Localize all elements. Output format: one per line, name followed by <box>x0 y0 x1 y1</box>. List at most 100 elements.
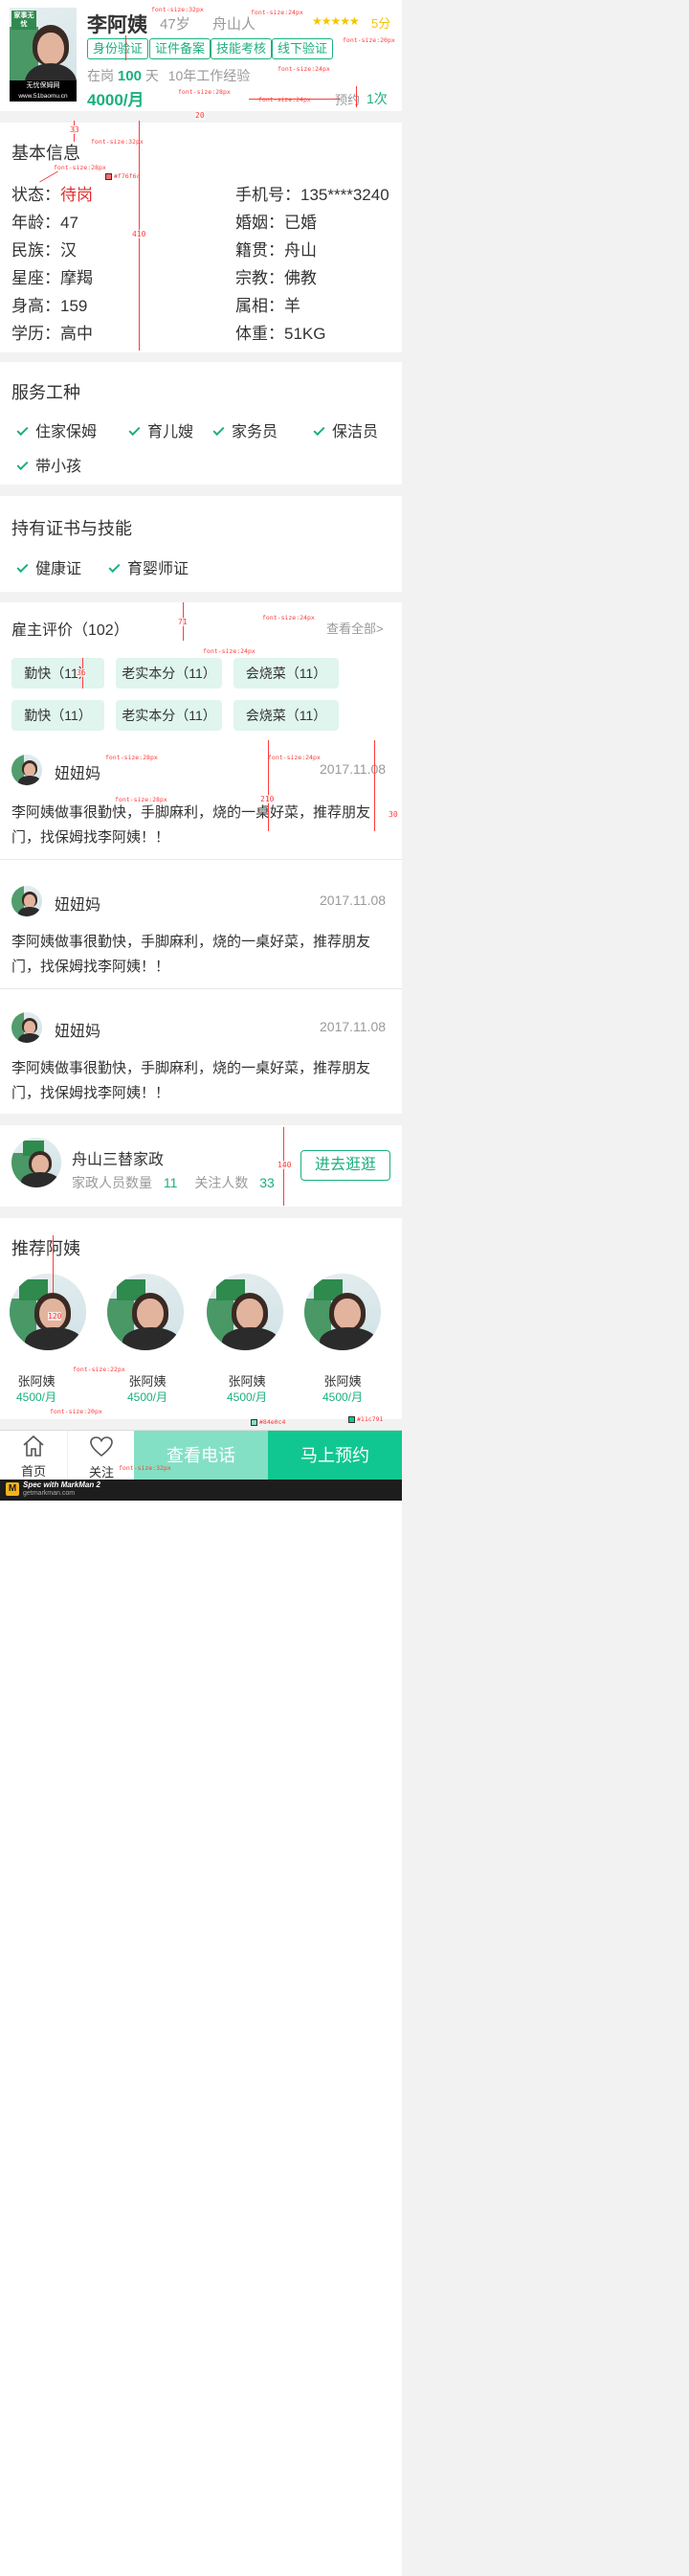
view-all-reviews-link[interactable]: 查看全部> <box>326 619 384 637</box>
staff-label: 家政人员数量 <box>72 1175 152 1190</box>
spec-label: font-size:32px <box>119 1464 171 1472</box>
experience: 10年工作经验 <box>167 68 251 83</box>
photo-brand: 无忧保姆网 <box>10 80 77 91</box>
markman-url: getmarkman.com <box>23 1490 76 1497</box>
review-date: 2017.11.08 <box>320 1019 387 1034</box>
info-ethnicity: 民族：汉 <box>11 241 77 260</box>
bottom-bar: 首页 关注 查看电话 马上预约 <box>0 1430 402 1480</box>
spec-line <box>268 740 269 831</box>
check-icon <box>16 560 29 574</box>
book-now-button[interactable]: 马上预约 <box>268 1431 402 1480</box>
spec-label: font-size:28px <box>178 88 231 96</box>
service-item: 育儿嫂 <box>127 418 193 441</box>
follow-count: 33 <box>259 1175 275 1190</box>
view-phone-button[interactable]: 查看电话 <box>134 1431 268 1480</box>
enter-store-button[interactable]: 进去逛逛 <box>300 1150 390 1181</box>
check-icon <box>108 560 121 574</box>
spec-number: 30 <box>389 810 398 819</box>
info-phone: 手机号：135****3240 <box>235 186 389 204</box>
info-chinese-zodiac: 属相：羊 <box>235 297 300 315</box>
divider <box>0 988 402 989</box>
rating-score: 5分 <box>371 16 391 31</box>
nanny-salary: 4500/月 <box>322 1390 364 1404</box>
work-days: 100 <box>117 68 142 84</box>
photo-url: www.51baomu.cn <box>10 91 77 102</box>
markman-title: Spec with MarkMan 2 <box>23 1480 100 1489</box>
spec-color: #11c791 <box>348 1415 383 1423</box>
spec-line <box>53 1235 54 1293</box>
spec-number: 20 <box>195 111 205 120</box>
divider <box>0 859 402 860</box>
review-tag-chip[interactable]: 勤快（11） <box>11 700 104 731</box>
reviewer-name: 妞妞妈 <box>55 1024 101 1040</box>
home-tab[interactable]: 首页 <box>0 1431 67 1480</box>
spec-line <box>374 740 375 831</box>
reviews-section: 雇主评价（102） 查看全部> 勤快（11） 老实本分（11） 会烧菜（11） … <box>0 602 402 1114</box>
recommend-title: 推荐阿姨 <box>11 1239 80 1258</box>
check-icon <box>16 458 29 471</box>
nanny-avatar <box>304 1274 381 1350</box>
reviewer-avatar <box>11 886 42 916</box>
nanny-salary: 4500/月 <box>126 1390 168 1404</box>
reviewer-avatar <box>11 755 42 785</box>
page: 家事无忧 无忧保姆网 www.51baomu.cn 李阿姨 47岁 舟山人 ★★… <box>0 0 402 2576</box>
agency-name: 舟山三替家政 <box>72 1152 165 1168</box>
reviewer-name: 妞妞妈 <box>55 766 101 782</box>
certificates-section: 持有证书与技能 健康证 育婴师证 <box>0 496 402 592</box>
work-status-line: 在岗 100 天 10年工作经验 <box>87 66 250 85</box>
profile-name: 李阿姨 <box>87 14 147 36</box>
recommend-card[interactable]: 张阿姨 4500/月 <box>207 1274 283 1408</box>
info-religion: 宗教：佛教 <box>235 269 317 287</box>
spec-number: 36 <box>77 668 86 677</box>
status-value: 待岗 <box>60 186 93 204</box>
review-tag-chip[interactable]: 会烧菜（11） <box>233 700 339 731</box>
review-tag-chip[interactable]: 勤快（11） <box>11 658 104 689</box>
review-text: 李阿姨做事很勤快，手脚麻利，烧的一桌好菜，推荐朋友门，找保姆找李阿姨！！ <box>11 1060 371 1101</box>
nanny-salary: 4500/月 <box>226 1390 268 1404</box>
spec-label: font-size:28px <box>115 796 167 803</box>
info-education: 学历：高中 <box>11 325 93 343</box>
recommend-card[interactable]: 张阿姨 4500/月 <box>10 1274 86 1408</box>
agency-stats: 家政人员数量 11 关注人数 33 <box>72 1173 275 1192</box>
spec-label: font-size:24px <box>251 9 303 16</box>
home-icon <box>23 1435 44 1457</box>
spec-number: 210 <box>260 795 275 803</box>
home-label: 首页 <box>20 1464 46 1479</box>
blank-area <box>0 1501 402 2576</box>
recommend-card[interactable]: 张阿姨 4500/月 <box>304 1274 381 1408</box>
follow-label: 关注人数 <box>194 1175 249 1190</box>
spec-line <box>249 99 340 100</box>
review-text: 李阿姨做事很勤快，手脚麻利，烧的一桌好菜，推荐朋友门，找保姆找李阿姨！！ <box>11 934 371 975</box>
tag-skill: 技能考核 <box>211 38 273 59</box>
check-icon <box>313 423 325 437</box>
salary: 4000/月 <box>87 91 144 109</box>
profile-hometown: 舟山人 <box>212 16 256 33</box>
nanny-name: 张阿姨 <box>17 1374 56 1389</box>
reviewer-name: 妞妞妈 <box>55 897 101 914</box>
recommend-card[interactable]: 张阿姨 4500/月 <box>107 1274 184 1408</box>
tag-offline: 线下验证 <box>272 38 334 59</box>
info-zodiac: 星座：摩羯 <box>11 269 93 287</box>
follow-tab[interactable]: 关注 <box>67 1431 134 1480</box>
heart-icon <box>90 1436 113 1457</box>
review-tag-chip[interactable]: 老实本分（11） <box>116 700 222 731</box>
service-item: 带小孩 <box>15 453 81 476</box>
spec-number: 120 <box>48 1312 62 1321</box>
review-tag-chip[interactable]: 会烧菜（11） <box>233 658 339 689</box>
booked-count: 1次 <box>367 91 388 106</box>
tag-identity: 身份验证 <box>87 38 149 59</box>
services-title: 服务工种 <box>11 383 80 402</box>
nanny-salary: 4500/月 <box>15 1390 57 1404</box>
spec-color: #f76f6c <box>105 172 140 180</box>
spec-label: font-size:24px <box>278 65 330 73</box>
spec-label: font-size:24px <box>258 96 311 103</box>
certificate-item: 健康证 <box>15 555 81 578</box>
spec-line <box>125 35 126 60</box>
nanny-name: 张阿姨 <box>228 1374 266 1389</box>
spec-number: 410 <box>132 230 146 238</box>
review-date: 2017.11.08 <box>320 761 387 777</box>
service-item: 家务员 <box>211 418 278 441</box>
review-tag-chip[interactable]: 老实本分（11） <box>116 658 222 689</box>
review-date: 2017.11.08 <box>320 893 387 908</box>
status-prefix: 在岗 <box>87 68 114 83</box>
